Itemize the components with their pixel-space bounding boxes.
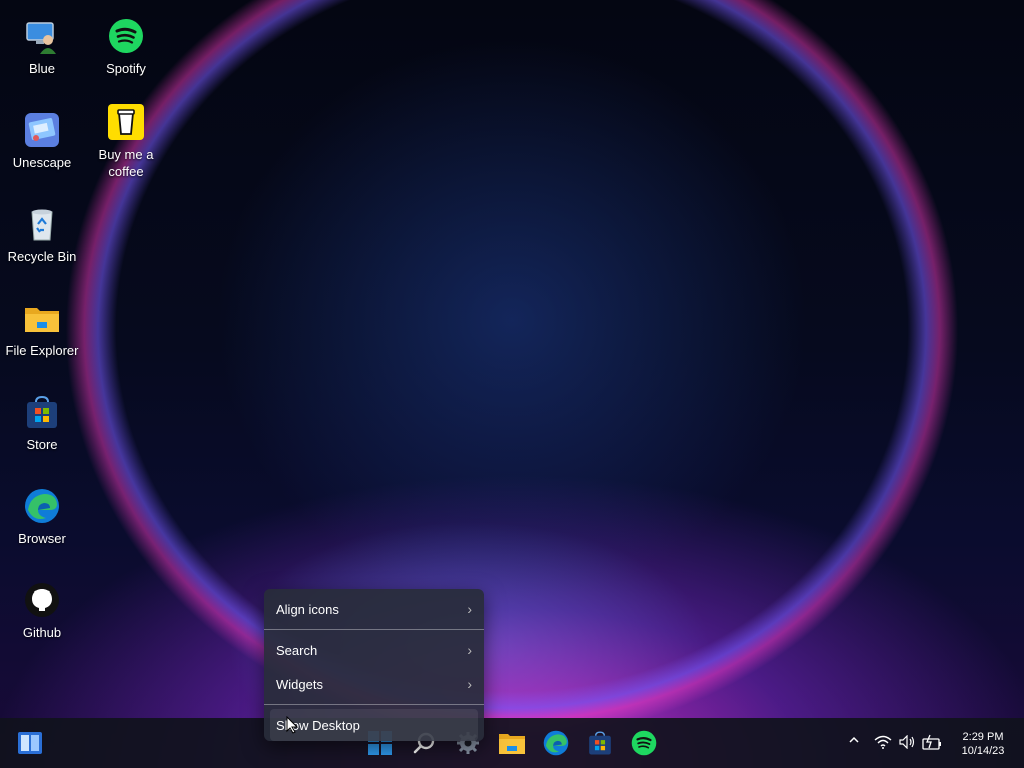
taskbar-spotify-button[interactable] [628,727,660,759]
desktop-icon-label: File Explorer [5,343,79,358]
widgets-icon [18,732,42,754]
unescape-app-icon [25,113,59,147]
menu-item-search[interactable]: Search › [264,634,484,666]
chevron-right-icon: › [467,676,472,692]
desktop-icon-file-explorer[interactable]: File Explorer [0,300,84,359]
volume-icon [899,734,915,750]
store-bag-icon [27,395,57,428]
desktop-icon-label: Unescape [12,155,72,170]
desktop-icon-spotify[interactable]: Spotify [84,18,168,77]
desktop-icon-label: Github [22,625,62,640]
chevron-right-icon: › [467,642,472,658]
desktop-icon-label: Blue [28,61,56,76]
edge-icon [543,730,569,756]
volume-button[interactable] [899,734,917,752]
edge-browser-icon [25,489,59,523]
chevron-up-icon [849,736,859,743]
wifi-button[interactable] [874,735,892,752]
spotify-icon [109,19,143,53]
menu-divider [264,629,484,630]
widgets-button[interactable] [14,727,46,759]
mouse-cursor-icon [286,716,298,734]
file-explorer-icon [499,734,525,754]
user-monitor-icon [26,22,56,54]
menu-divider [264,704,484,705]
desktop-icon-unescape[interactable]: Unescape [0,112,84,171]
menu-item-align-icons[interactable]: Align icons › [264,593,484,625]
desktop-icon-label: Buy me a coffee [98,147,154,179]
desktop-icon-buy-me-a-coffee[interactable]: Buy me a coffee [84,104,168,180]
desktop-icon-recycle-bin[interactable]: Recycle Bin [0,206,84,265]
menu-item-widgets[interactable]: Widgets › [264,668,484,700]
taskbar-store-button[interactable] [584,727,616,759]
menu-item-show-desktop[interactable]: Show Desktop [270,709,478,741]
desktop-icon-label: Spotify [106,61,146,76]
taskbar-file-explorer-button[interactable] [496,727,528,759]
desktop-icon-store[interactable]: Store [0,394,84,453]
github-icon [25,583,59,617]
clock-time: 2:29 PM [962,731,1004,743]
desktop-icon-label: Recycle Bin [7,249,77,264]
chevron-right-icon: › [467,601,472,617]
menu-item-label: Search [276,642,318,658]
desktop-icon-browser[interactable]: Browser [0,488,84,547]
clock-date: 10/14/23 [961,745,1005,757]
taskbar-edge-button[interactable] [540,727,572,759]
store-icon [589,731,611,755]
battery-icon [922,734,941,750]
desktop-icon-label: Browser [18,531,66,546]
menu-item-label: Align icons [276,601,339,617]
folder-icon [25,308,59,332]
recycle-bin-icon [31,209,53,241]
menu-item-label: Widgets [276,676,323,692]
desktop-icon-github[interactable]: Github [0,582,84,641]
tray-overflow-chevron[interactable] [848,733,860,749]
desktop-icon-blue[interactable]: Blue [0,18,84,77]
battery-button[interactable] [922,734,942,753]
taskbar-clock[interactable]: 2:29 PM 10/14/23 [952,730,1014,758]
coffee-cup-icon [108,104,144,140]
spotify-icon [631,730,657,756]
desktop-icon-label: Store [26,437,58,452]
wifi-icon [874,735,892,749]
